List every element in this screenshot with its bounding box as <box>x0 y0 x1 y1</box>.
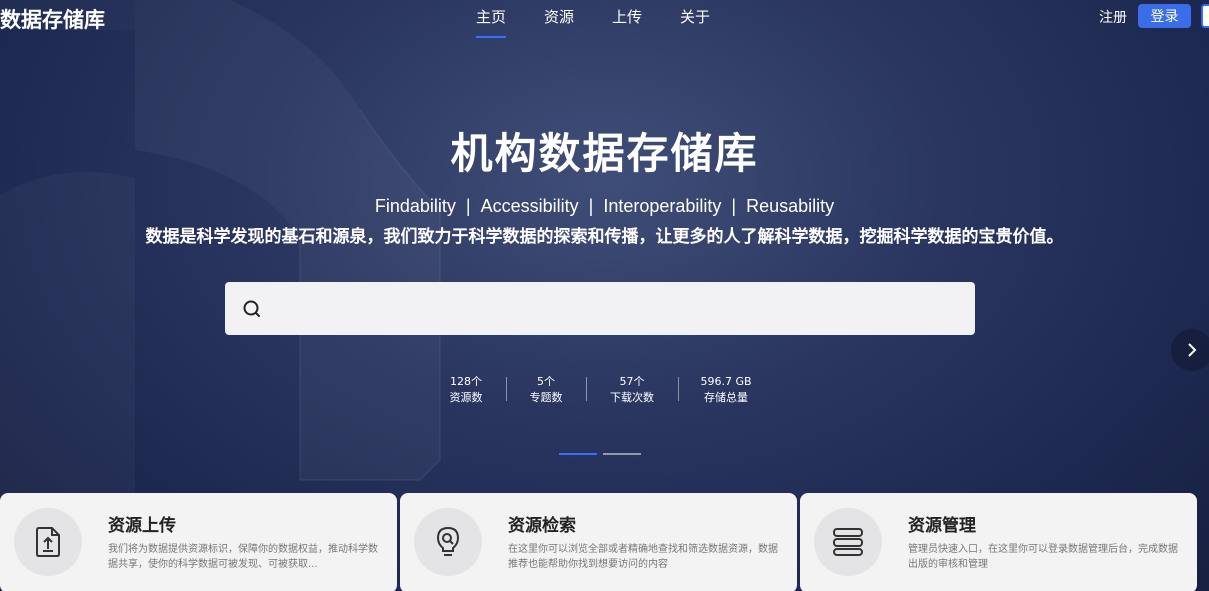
fair-interoperability: Interoperability <box>603 196 722 216</box>
fair-separator: | <box>731 196 737 216</box>
card-manage[interactable]: 资源管理 管理员快速入口，在这里你可以登录数据管理后台，完成数据出版的审核和管理 <box>800 493 1197 591</box>
card-icon-circle <box>414 508 482 576</box>
fair-accessibility: Accessibility <box>480 196 579 216</box>
truncated-header-button[interactable] <box>1201 4 1209 28</box>
register-link[interactable]: 注册 <box>1099 7 1127 27</box>
stat-divider <box>678 377 679 401</box>
page-title: 机构数据存储库 <box>450 129 759 178</box>
stat-label: 下载次数 <box>610 391 654 404</box>
search-input[interactable] <box>275 292 955 324</box>
stat-label: 专题数 <box>529 391 563 404</box>
stat-value: 128个 <box>450 375 482 388</box>
stat-label: 资源数 <box>449 391 483 404</box>
fair-separator: | <box>588 196 594 216</box>
card-icon-circle <box>814 508 882 576</box>
main-nav: 主页 资源 上传 关于 <box>476 6 748 38</box>
card-description: 在这里你可以浏览全部或者精确地查找和筛选数据资源，数据推荐也能帮助你找到想要访问… <box>508 544 778 570</box>
stat-storage: 596.7 GB 存储总量 <box>700 374 751 406</box>
stat-resources: 128个 资源数 <box>450 374 483 406</box>
chevron-right-icon <box>1188 343 1197 357</box>
card-title: 资源检索 <box>508 516 576 536</box>
fair-findability: Findability <box>374 196 456 216</box>
fair-reusability: Reusability <box>746 196 835 216</box>
search-bar[interactable] <box>225 282 975 335</box>
hero-slogan: 数据是科学发现的基石和源泉，我们致力于科学数据的探索和传播，让更多的人了解科学数… <box>145 227 1064 247</box>
nav-item-home[interactable]: 主页 <box>476 6 507 38</box>
card-search[interactable]: 资源检索 在这里你可以浏览全部或者精确地查找和筛选数据资源，数据推荐也能帮助你找… <box>400 493 797 591</box>
card-title: 资源管理 <box>908 516 976 536</box>
fair-separator: | <box>465 196 471 216</box>
stats-bar: 128个 资源数 5个 专题数 57个 下载次数 596.7 GB 存储总量 <box>430 374 780 408</box>
nav-item-about[interactable]: 关于 <box>680 6 710 38</box>
nav-item-resources[interactable]: 资源 <box>544 6 574 38</box>
stat-value: 57个 <box>619 375 645 388</box>
login-button[interactable]: 登录 <box>1138 4 1191 28</box>
site-logo[interactable]: 数据存储库 <box>0 4 105 34</box>
stat-value: 596.7 GB <box>700 375 752 388</box>
card-description: 管理员快速入口，在这里你可以登录数据管理后台，完成数据出版的审核和管理 <box>908 544 1178 570</box>
card-description: 我们将为数据提供资源标识，保障你的数据权益，推动科学数据共享，使你的科学数据可被… <box>108 544 378 570</box>
stat-label: 存储总量 <box>704 391 748 404</box>
carousel-dot[interactable] <box>559 453 597 455</box>
carousel-next-button[interactable] <box>1171 329 1209 371</box>
card-icon-circle <box>14 508 82 576</box>
carousel-dot[interactable] <box>603 453 641 455</box>
card-title: 资源上传 <box>108 516 176 536</box>
carousel-indicators <box>559 453 647 455</box>
search-icon[interactable] <box>240 297 264 321</box>
stat-divider <box>506 377 507 401</box>
card-upload[interactable]: 资源上传 我们将为数据提供资源标识，保障你的数据权益，推动科学数据共享，使你的科… <box>0 493 397 591</box>
stat-downloads: 57个 下载次数 <box>610 374 654 406</box>
server-stack-icon <box>833 528 863 556</box>
stat-divider <box>586 377 587 401</box>
nav-item-upload[interactable]: 上传 <box>612 6 642 38</box>
stat-value: 5个 <box>537 375 555 388</box>
stat-topics: 5个 专题数 <box>530 374 563 406</box>
search-bulb-icon <box>436 526 460 556</box>
fair-principles: Findability | Accessibility | Interoperabili… <box>0 196 1209 217</box>
upload-file-icon <box>36 527 60 557</box>
